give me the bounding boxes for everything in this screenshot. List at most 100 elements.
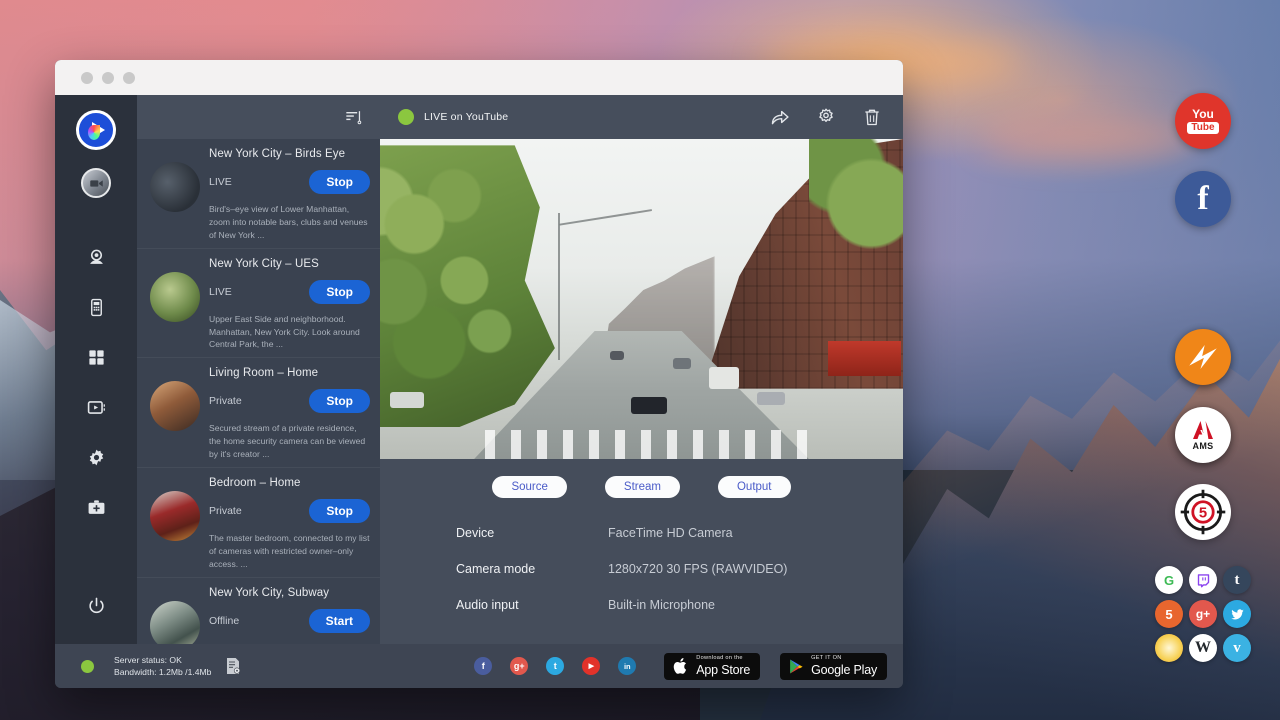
camera-thumbnail bbox=[150, 272, 200, 322]
video-car bbox=[673, 358, 691, 369]
mini-icon-flare[interactable]: ● bbox=[1155, 634, 1183, 662]
video-car bbox=[631, 397, 667, 414]
window-close-button[interactable] bbox=[81, 72, 93, 84]
dock-icon-target-five[interactable]: 5 bbox=[1175, 484, 1231, 540]
mobile-device-icon bbox=[87, 298, 106, 317]
camera-action-button[interactable]: Stop bbox=[309, 389, 370, 413]
detail-value[interactable]: 1280x720 30 FPS (RAWVIDEO) bbox=[608, 562, 787, 576]
mini-icon-five[interactable]: 5 bbox=[1155, 600, 1183, 628]
app-store-title: App Store bbox=[696, 664, 750, 677]
status-bar: Server status: OK Bandwidth: 1.2Mb /1.4M… bbox=[55, 644, 903, 688]
list-item[interactable]: New York City – Birds Eye LIVE Stop Bird… bbox=[137, 139, 380, 249]
server-status-line: Server status: OK bbox=[114, 654, 211, 666]
webcam-icon bbox=[87, 248, 106, 267]
log-button[interactable] bbox=[225, 657, 241, 675]
main-panel: LIVE on YouTube bbox=[380, 95, 903, 644]
camera-thumbnail bbox=[150, 162, 200, 212]
app-store-button[interactable]: Download on the App Store bbox=[664, 653, 760, 680]
camera-list[interactable]: New York City – Birds Eye LIVE Stop Bird… bbox=[137, 139, 380, 644]
mini-icon-tumblr[interactable]: t bbox=[1223, 566, 1251, 594]
user-avatar[interactable] bbox=[81, 168, 111, 198]
social-linkedin[interactable]: in bbox=[618, 657, 636, 675]
crosshair-five-icon: 5 bbox=[1177, 486, 1229, 538]
app-store-subtitle: Download on the bbox=[696, 656, 750, 662]
detail-value[interactable]: Built-in Microphone bbox=[608, 598, 715, 612]
list-item[interactable]: New York City – UES LIVE Stop Upper East… bbox=[137, 249, 380, 359]
google-play-button[interactable]: GET IT ON Google Play bbox=[780, 653, 887, 680]
dock-icon-wowza[interactable] bbox=[1175, 329, 1231, 385]
camera-action-button[interactable]: Stop bbox=[309, 499, 370, 523]
mini-icon-wordpress[interactable]: W bbox=[1189, 634, 1217, 662]
social-youtube[interactable]: ▶ bbox=[582, 657, 600, 675]
sidebar-item-mobile[interactable] bbox=[79, 290, 113, 324]
settings-button[interactable] bbox=[813, 104, 839, 130]
status-badge bbox=[398, 109, 414, 125]
detail-value[interactable]: FaceTime HD Camera bbox=[608, 526, 733, 540]
camera-thumbnail bbox=[150, 491, 200, 541]
app-logo-icon[interactable] bbox=[76, 110, 116, 150]
google-plus-icon: g+ bbox=[1196, 607, 1210, 621]
camera-list-header bbox=[137, 95, 380, 139]
camera-state: LIVE bbox=[209, 176, 232, 188]
sidebar-item-settings[interactable] bbox=[79, 440, 113, 474]
mini-icon-twitter[interactable] bbox=[1223, 600, 1251, 628]
mini-icon-google[interactable]: G bbox=[1155, 566, 1183, 594]
sidebar-item-webcam[interactable] bbox=[79, 240, 113, 274]
camera-action-button[interactable]: Stop bbox=[309, 280, 370, 304]
sidebar-item-power[interactable] bbox=[79, 588, 113, 622]
social-twitter[interactable]: t bbox=[546, 657, 564, 675]
social-google-plus[interactable]: g+ bbox=[510, 657, 528, 675]
youtube-icon-top: You bbox=[1192, 108, 1214, 120]
window-maximize-button[interactable] bbox=[123, 72, 135, 84]
mini-icon-twitch[interactable] bbox=[1189, 566, 1217, 594]
sidebar-item-add-device[interactable] bbox=[79, 490, 113, 524]
camera-avatar-icon bbox=[89, 176, 104, 191]
delete-button[interactable] bbox=[859, 104, 885, 130]
tab-stream[interactable]: Stream bbox=[605, 476, 680, 498]
ams-label: AMS bbox=[1193, 441, 1214, 451]
dock-icon-adobe-ams[interactable]: AMS bbox=[1175, 407, 1231, 463]
google-icon: G bbox=[1164, 573, 1174, 588]
sidebar-item-dashboard[interactable] bbox=[79, 340, 113, 374]
camera-title: New York City – Birds Eye bbox=[209, 148, 370, 160]
detail-label: Camera mode bbox=[456, 562, 608, 576]
camera-thumbnail bbox=[150, 381, 200, 431]
gear-icon bbox=[816, 107, 836, 127]
video-preview[interactable] bbox=[380, 139, 903, 459]
camera-action-button[interactable]: Start bbox=[309, 609, 370, 633]
list-item[interactable]: Living Room – Home Private Stop Secured … bbox=[137, 358, 380, 468]
facebook-icon: f bbox=[482, 661, 485, 671]
document-log-icon bbox=[225, 657, 241, 675]
desktop-mini-icons: G t 5 g+ ● W v bbox=[1155, 566, 1259, 662]
youtube-icon-bottom: Tube bbox=[1187, 122, 1218, 134]
social-facebook[interactable]: f bbox=[474, 657, 492, 675]
list-item[interactable]: Bedroom – Home Private Stop The master b… bbox=[137, 468, 380, 578]
server-status-indicator bbox=[81, 660, 94, 673]
tab-output[interactable]: Output bbox=[718, 476, 791, 498]
lightning-bolt-icon bbox=[1179, 333, 1227, 381]
gear-icon bbox=[87, 448, 106, 467]
tab-source[interactable]: Source bbox=[492, 476, 566, 498]
window-minimize-button[interactable] bbox=[102, 72, 114, 84]
twitter-icon: t bbox=[554, 661, 557, 671]
app-window: New York City – Birds Eye LIVE Stop Bird… bbox=[55, 60, 903, 688]
camera-action-button[interactable]: Stop bbox=[309, 170, 370, 194]
dock-icon-facebook[interactable]: f bbox=[1175, 171, 1231, 227]
mini-icon-google-plus[interactable]: g+ bbox=[1189, 600, 1217, 628]
video-parked-car bbox=[390, 392, 424, 408]
add-camera-kit-icon bbox=[87, 498, 106, 517]
sidebar-item-player[interactable] bbox=[79, 390, 113, 424]
share-icon bbox=[770, 107, 790, 127]
detail-row-camera-mode: Camera mode 1280x720 30 FPS (RAWVIDEO) bbox=[456, 562, 903, 576]
power-icon bbox=[87, 596, 106, 615]
source-details: Device FaceTime HD Camera Camera mode 12… bbox=[380, 498, 903, 634]
camera-title: Bedroom – Home bbox=[209, 477, 370, 489]
camera-state: LIVE bbox=[209, 286, 232, 298]
mini-icon-vimeo[interactable]: v bbox=[1223, 634, 1251, 662]
tumblr-icon: t bbox=[1235, 572, 1240, 589]
share-button[interactable] bbox=[767, 104, 793, 130]
sort-button[interactable] bbox=[340, 104, 366, 130]
video-player-icon bbox=[87, 398, 106, 417]
dock-icon-youtube[interactable]: You Tube bbox=[1175, 93, 1231, 149]
list-item[interactable]: New York City, Subway Offline Start New … bbox=[137, 578, 380, 644]
